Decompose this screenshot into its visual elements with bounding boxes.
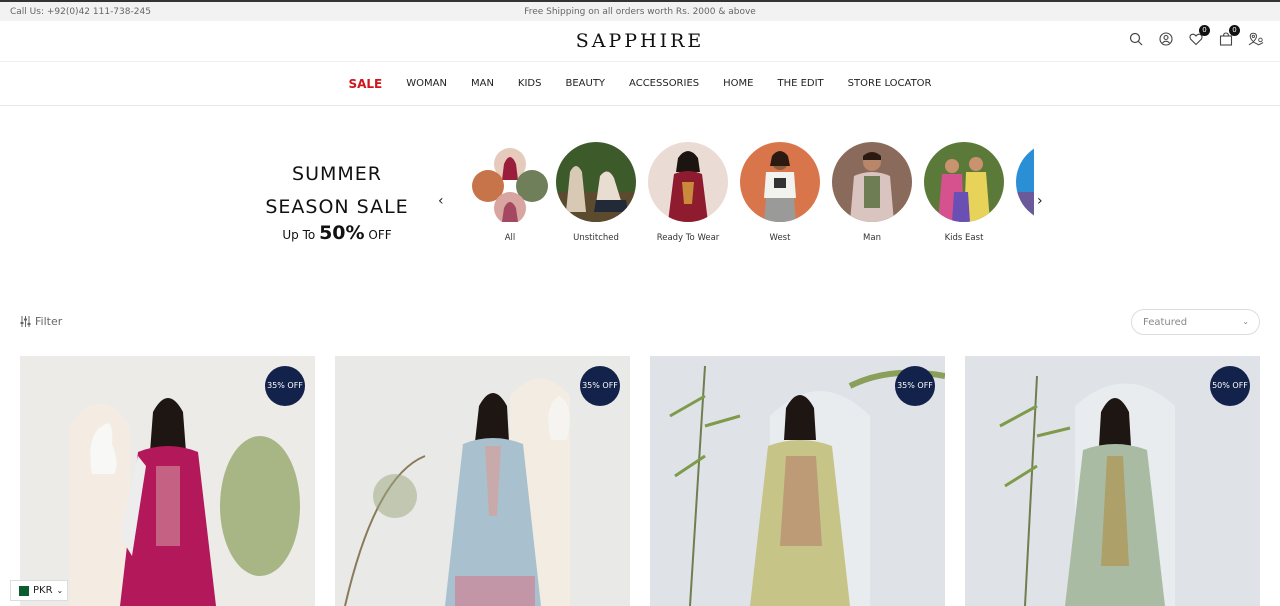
product-card[interactable]: 50% OFF: [965, 356, 1260, 606]
category-unstitched[interactable]: Unstitched: [556, 142, 636, 243]
carousel-prev-icon[interactable]: ‹: [438, 193, 444, 209]
category-man-label: Man: [863, 233, 881, 243]
cart-icon[interactable]: 0: [1218, 25, 1240, 47]
wishlist-icon[interactable]: 0: [1188, 25, 1210, 47]
discount-badge: 35% OFF: [265, 366, 305, 406]
carousel-next-icon[interactable]: ›: [1037, 193, 1043, 209]
category-next-partial[interactable]: [1016, 142, 1034, 222]
nav-item-kids[interactable]: KIDS: [518, 78, 542, 89]
category-west-image: [740, 142, 820, 222]
sort-dropdown[interactable]: Featured ⌄: [1131, 309, 1260, 335]
wishlist-count-badge: 0: [1199, 25, 1210, 36]
sale-banner: SUMMER SEASON SALE Up To 50% OFF: [256, 163, 418, 244]
category-all-image: [470, 142, 550, 224]
discount-badge: 35% OFF: [580, 366, 620, 406]
category-all-label: All: [504, 233, 516, 243]
product-card[interactable]: 35% OFF: [335, 356, 630, 606]
top-bar: Call Us: +92(0)42 111-738-245 Free Shipp…: [0, 0, 1280, 21]
category-man[interactable]: Man: [832, 142, 912, 243]
nav-item-store-locator[interactable]: STORE LOCATOR: [848, 78, 932, 89]
discount-badge: 35% OFF: [895, 366, 935, 406]
filter-icon: [20, 316, 31, 327]
product-card[interactable]: 35% OFF: [20, 356, 315, 606]
nav-item-sale[interactable]: SALE: [348, 77, 382, 91]
nav-item-man[interactable]: MAN: [471, 78, 494, 89]
nav-item-accessories[interactable]: ACCESSORIES: [629, 78, 699, 89]
header: SAPPHIRE 0 0: [0, 21, 1280, 62]
category-ready-to-wear-image: [648, 142, 728, 222]
filter-button[interactable]: Filter: [20, 315, 62, 328]
cart-count-badge: 0: [1229, 25, 1240, 36]
category-west-label: West: [769, 233, 791, 243]
nav-item-beauty[interactable]: BEAUTY: [565, 78, 605, 89]
logo[interactable]: SAPPHIRE: [0, 30, 1280, 52]
category-kids-east-label: Kids East: [944, 233, 984, 243]
sort-selected-value: Featured: [1143, 317, 1188, 328]
product-card[interactable]: 35% OFF: [650, 356, 945, 606]
currency-selector[interactable]: PKR ⌄: [10, 580, 69, 601]
banner-percent: 50%: [319, 222, 365, 244]
account-icon[interactable]: [1158, 31, 1174, 47]
banner-line-2: SEASON SALE: [265, 196, 409, 218]
nav-item-home[interactable]: HOME: [723, 78, 753, 89]
category-carousel: All Unstitched Ready To Wear West Man Ki…: [470, 142, 1034, 252]
category-unstitched-label: Unstitched: [573, 233, 619, 243]
store-locator-icon[interactable]: [1248, 31, 1264, 47]
main-nav: SALE WOMAN MAN KIDS BEAUTY ACCESSORIES H…: [0, 62, 1280, 106]
chevron-down-icon: ⌄: [56, 586, 64, 595]
pakistan-flag-icon: [15, 585, 29, 596]
category-man-image: [832, 142, 912, 222]
banner-line-1: SUMMER: [292, 163, 382, 185]
search-icon[interactable]: [1128, 31, 1144, 47]
filter-label: Filter: [35, 315, 63, 328]
category-west[interactable]: West: [740, 142, 820, 243]
category-ready-to-wear[interactable]: Ready To Wear: [648, 142, 728, 243]
free-shipping-text: Free Shipping on all orders worth Rs. 20…: [524, 7, 756, 17]
banner-upto: Up To: [282, 228, 316, 242]
nav-item-woman[interactable]: WOMAN: [406, 78, 447, 89]
category-ready-to-wear-label: Ready To Wear: [656, 233, 720, 243]
banner-off: OFF: [368, 228, 392, 242]
category-kids-east[interactable]: Kids East: [924, 142, 1004, 243]
header-icons: 0 0: [1128, 25, 1264, 47]
banner-discount: Up To 50% OFF: [256, 222, 418, 244]
category-kids-east-image: [924, 142, 1004, 222]
category-unstitched-image: [556, 142, 636, 222]
category-partial-image: [1016, 142, 1034, 222]
currency-code: PKR: [33, 585, 53, 596]
chevron-down-icon: ⌄: [1242, 317, 1249, 326]
nav-item-the-edit[interactable]: THE EDIT: [777, 78, 823, 89]
category-all[interactable]: All: [470, 142, 550, 243]
discount-badge: 50% OFF: [1210, 366, 1250, 406]
